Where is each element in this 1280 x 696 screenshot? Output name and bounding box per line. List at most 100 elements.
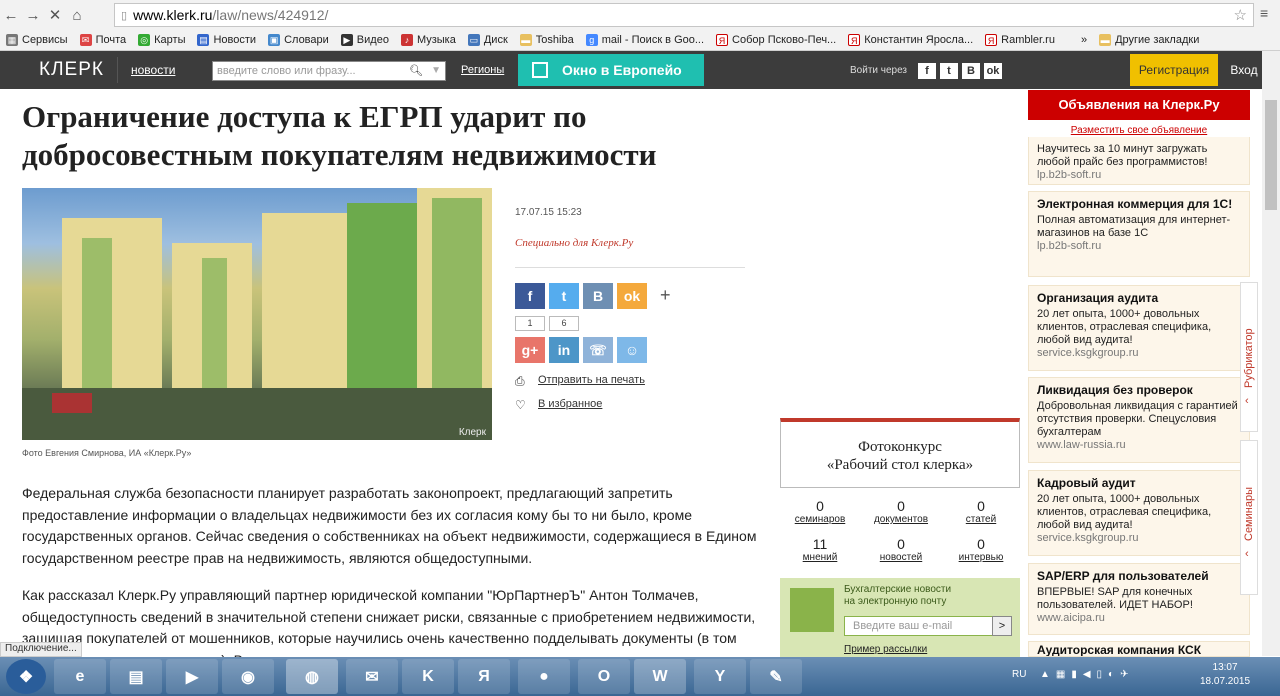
ad-item[interactable]: Электронная коммерция для 1С! Полная авт… (1028, 191, 1250, 277)
vk-login-icon[interactable]: B (962, 63, 980, 79)
twitter-login-icon[interactable]: t (940, 63, 958, 79)
bookmark-mail[interactable]: ✉ Почта (79, 34, 126, 46)
stat-documents[interactable]: 0 документов (866, 498, 936, 525)
orange-app-icon[interactable]: ● (518, 659, 570, 694)
stat-opinions[interactable]: 11 мнений (785, 536, 855, 563)
share-moikrug-button[interactable]: ☺ (617, 337, 647, 363)
share-count-twitter: 6 (549, 316, 579, 331)
chevron-left-icon: ‹ (1245, 395, 1249, 407)
home-icon[interactable]: ⌂ (66, 7, 88, 24)
bookmark-music[interactable]: ♪ Музыка (400, 34, 456, 46)
bookmark-news[interactable]: ▤ Новости (197, 34, 256, 46)
apps-icon: ▦ (6, 34, 18, 46)
share-more-icon[interactable]: + (660, 285, 671, 306)
taskbar: ❖ e ▤ ▶ ◉ ◍ ✉ K Я ● O W Y ✎ RU ▲▦▮◀▯◐✈ 1… (0, 657, 1280, 696)
share-facebook-button[interactable]: f (515, 283, 545, 309)
envelope-icon (790, 588, 834, 632)
stat-articles[interactable]: 0 статей (946, 498, 1016, 525)
bookmark-other[interactable]: ▬ Другие закладки (1099, 34, 1199, 46)
yandex-browser-icon[interactable]: Я (458, 659, 510, 694)
bookmark-sobor[interactable]: Я Собор Псково-Печ... (716, 34, 836, 46)
facebook-login-icon[interactable]: f (918, 63, 936, 79)
bookmarks-overflow[interactable]: » (1081, 34, 1087, 46)
ad-item[interactable]: Научитесь за 10 минут загружать любой пр… (1028, 137, 1250, 185)
yandex-icon: Я (985, 34, 998, 46)
favorite-link[interactable]: В избранное (538, 398, 602, 410)
menu-icon[interactable]: ≡ (1260, 5, 1268, 21)
tab-rubricator[interactable]: Рубрикатор ‹ (1240, 282, 1258, 432)
heart-icon: ♡ (515, 398, 526, 412)
media-icon[interactable]: ▶ (166, 659, 218, 694)
bookmark-rambler[interactable]: Я Rambler.ru (985, 34, 1055, 46)
share-vk-button[interactable]: B (583, 283, 613, 309)
ad-item[interactable]: Аудиторская компания КСК (1028, 641, 1250, 657)
mail-app-icon[interactable]: ✉ (346, 659, 398, 694)
scrollbar-thumb[interactable] (1265, 100, 1277, 210)
bookmarks-bar: ▦ Сервисы ✉ Почта ◎ Карты ▤ Новости ▣ Словари… (0, 30, 1280, 51)
ok-login-icon[interactable]: ok (984, 63, 1002, 79)
bookmark-toshiba[interactable]: ▬ Toshiba (519, 34, 574, 46)
ad-item[interactable]: Ликвидация без проверок Добровольная лик… (1028, 377, 1250, 463)
place-ad-link[interactable]: Разместить свое объявление (1028, 125, 1250, 136)
chrome-icon[interactable]: ◍ (286, 659, 338, 694)
nav-news-link[interactable]: новости (131, 63, 175, 77)
language-indicator[interactable]: RU (1012, 669, 1026, 680)
bookmark-maps[interactable]: ◎ Карты (138, 34, 185, 46)
explorer-icon[interactable]: ▤ (110, 659, 162, 694)
paint-icon[interactable]: ✎ (750, 659, 802, 694)
tray-icons[interactable]: ▲▦▮◀▯◐✈ (1040, 669, 1134, 680)
bookmark-disk[interactable]: ▭ Диск (467, 34, 508, 46)
page-icon: ▯ (121, 9, 128, 22)
maps-icon: ◎ (138, 34, 151, 46)
window-europe-banner[interactable]: Окно в Европейо (518, 54, 704, 86)
ie-icon[interactable]: e (54, 659, 106, 694)
search-icon[interactable]: 🔍︎ (409, 62, 423, 80)
address-bar[interactable]: ▯ www.klerk.ru/law/news/424912/ ☆ (114, 3, 1254, 27)
stop-icon[interactable]: ✕ (44, 6, 66, 24)
ad-item[interactable]: SAP/ERP для пользователей ВПЕРВЫЕ! SAP д… (1028, 563, 1250, 635)
share-twitter-button[interactable]: t (549, 283, 579, 309)
sample-newsletter-link[interactable]: Пример рассылки (844, 644, 927, 655)
login-button[interactable]: Вход (1220, 54, 1268, 86)
share-ok-button[interactable]: ok (617, 283, 647, 309)
back-icon[interactable]: ← (0, 7, 22, 24)
register-button[interactable]: Регистрация (1130, 54, 1218, 86)
print-link[interactable]: Отправить на печать (538, 374, 645, 386)
ad-item[interactable]: Кадровый аудит 20 лет опыта, 1000+ довол… (1028, 470, 1250, 556)
email-field[interactable]: Введите ваш e-mail (844, 616, 994, 636)
browser-toolbar: ← → ✕ ⌂ ▯ www.klerk.ru/law/news/424912/ … (0, 0, 1280, 30)
subscribe-button[interactable]: > (992, 616, 1012, 636)
search-input[interactable]: введите слово или фразу... 🔍︎ ▼ (212, 61, 446, 81)
share-count-facebook: 1 (515, 316, 545, 331)
bookmark-google[interactable]: g mail - Поиск в Goo... (585, 34, 704, 46)
stat-interviews[interactable]: 0 интервью (946, 536, 1016, 563)
disc-icon[interactable]: ◉ (222, 659, 274, 694)
start-button[interactable]: ❖ (6, 659, 46, 694)
stat-news[interactable]: 0 новостей (866, 536, 936, 563)
tab-seminars[interactable]: Семинары ‹ (1240, 440, 1258, 595)
bookmark-services[interactable]: ▦ Сервисы (6, 34, 68, 46)
bookmark-konstantin[interactable]: Я Константин Яросла... (848, 34, 973, 46)
stat-seminars[interactable]: 0 семинаров (785, 498, 855, 525)
bookmark-video[interactable]: ▶ Видео (340, 34, 389, 46)
forward-icon[interactable]: → (22, 7, 44, 24)
share-linkedin-button[interactable]: in (549, 337, 579, 363)
word-icon[interactable]: W (634, 659, 686, 694)
bookmark-star-icon[interactable]: ☆ (1234, 6, 1247, 24)
news-icon: ▤ (197, 34, 210, 46)
bookmark-dict[interactable]: ▣ Словари (268, 34, 329, 46)
newsletter-box: Бухгалтерские новости на электронную почт… (780, 578, 1020, 658)
kaspersky-icon[interactable]: K (402, 659, 454, 694)
photo-contest-banner[interactable]: Фотоконкурс «Рабочий стол клерка» (780, 418, 1020, 488)
ad-item[interactable]: Организация аудита 20 лет опыта, 1000+ д… (1028, 285, 1250, 371)
share-gplus-button[interactable]: g+ (515, 337, 545, 363)
opera-icon[interactable]: O (578, 659, 630, 694)
clock[interactable]: 13:07 18.07.2015 (1200, 661, 1250, 689)
site-logo[interactable]: КЛЕРК (26, 57, 118, 83)
share-skype-button[interactable]: ☏ (583, 337, 613, 363)
chevron-left-icon: ‹ (1245, 548, 1249, 560)
yandex-app-icon[interactable]: Y (694, 659, 746, 694)
ads-header[interactable]: Объявления на Клерк.Ру (1028, 90, 1250, 120)
chevron-down-icon[interactable]: ▼ (431, 62, 441, 80)
regions-link[interactable]: Регионы (461, 64, 504, 76)
